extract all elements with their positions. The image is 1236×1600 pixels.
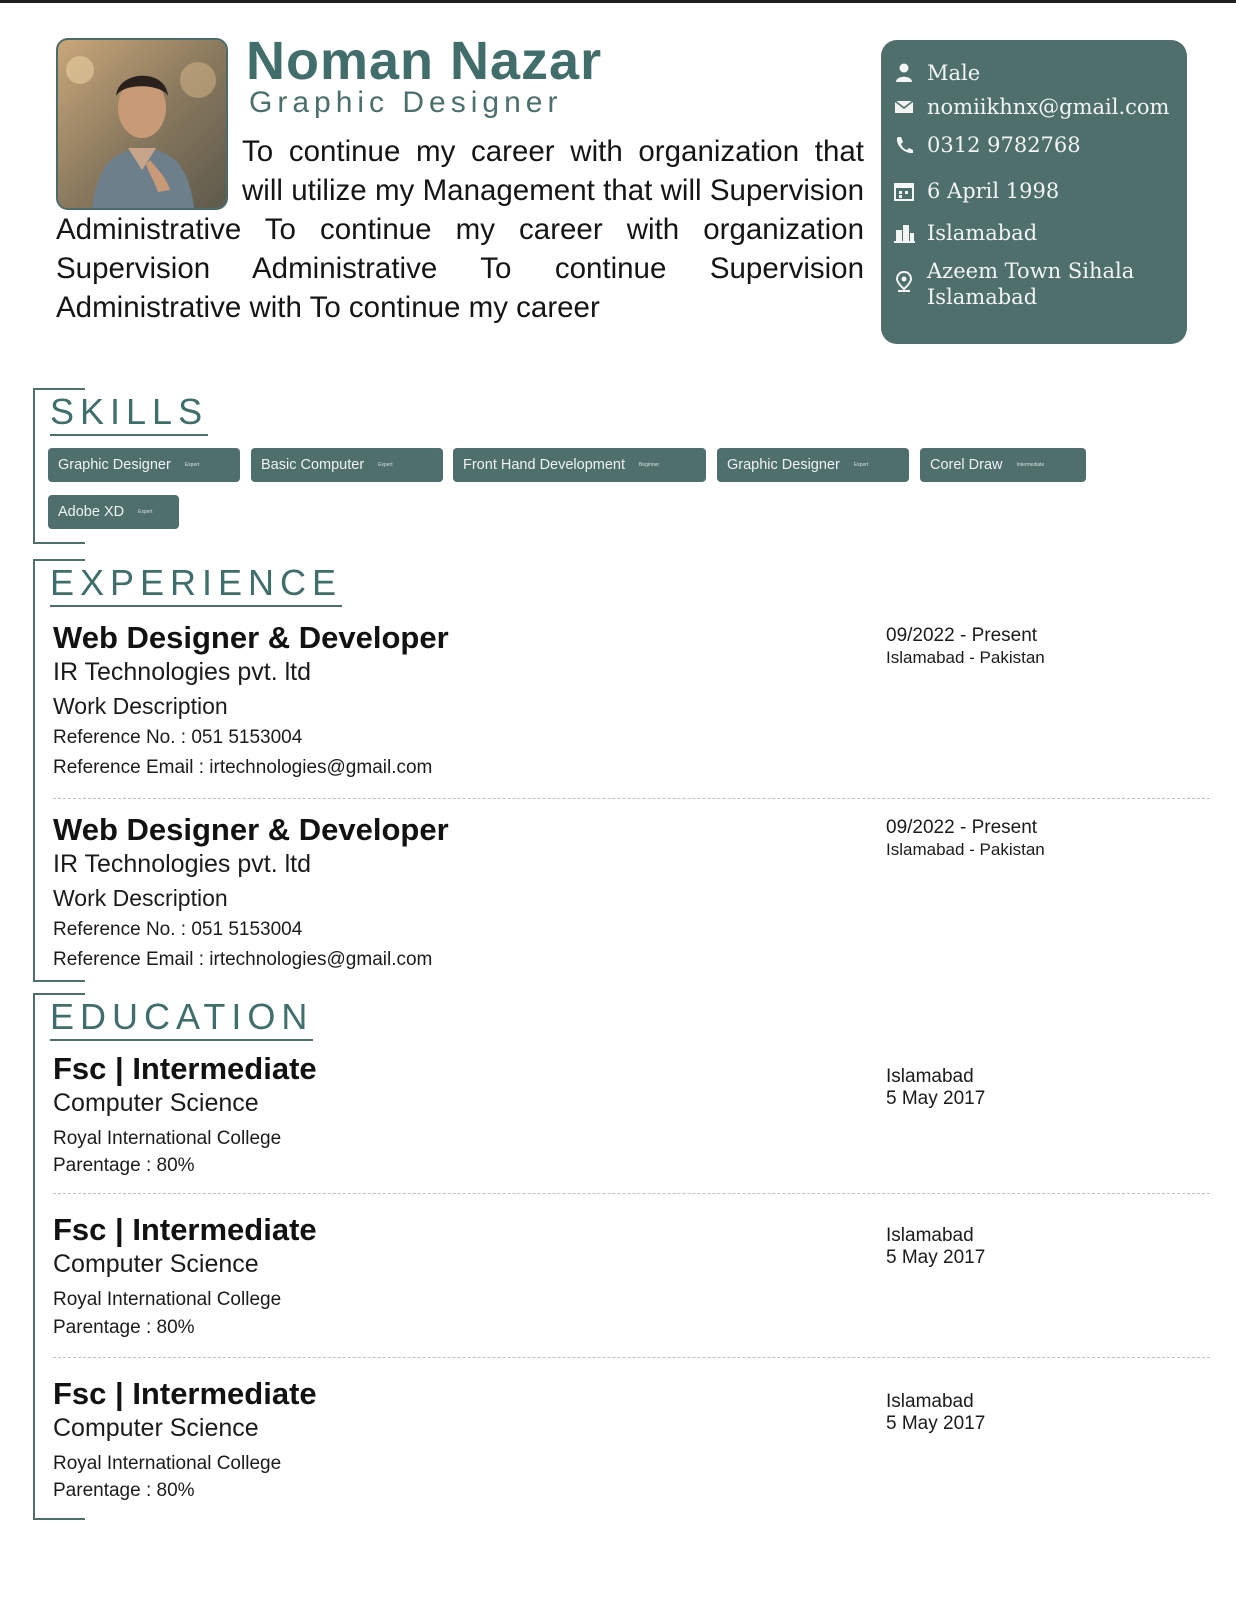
skill-chip: Basic Computer Expert <box>251 448 443 482</box>
grade-text: Parentage : 80% <box>53 1155 195 1176</box>
degree-field: Computer Science <box>53 1250 259 1278</box>
skill-chip: Corel Draw Intermediate <box>920 448 1086 482</box>
skill-name: Graphic Designer <box>727 457 840 473</box>
career-objective: To continue my career with organization … <box>56 132 864 327</box>
education-entry: Fsc | Intermediate Computer Science Roya… <box>53 1377 1213 1503</box>
experience-entry: Web Designer & Developer IR Technologies… <box>53 813 1213 975</box>
building-icon <box>894 225 915 243</box>
job-meta: 09/2022 - Present Islamabad - Pakistan <box>886 817 1045 861</box>
skill-name: Front Hand Development <box>463 457 625 473</box>
degree-title: Fsc | Intermediate <box>53 1051 317 1086</box>
phone-icon <box>896 137 913 154</box>
skill-level: Expert <box>138 509 153 516</box>
mail-icon <box>894 100 914 113</box>
contact-card: Male nomiikhnx@gmail.com 0312 9782768 6 … <box>881 40 1187 344</box>
education-date: 5 May 2017 <box>886 1088 986 1109</box>
degree-title: Fsc | Intermediate <box>53 1212 317 1247</box>
education-entry: Fsc | Intermediate Computer Science Roya… <box>53 1052 1213 1178</box>
entry-divider <box>53 798 1210 799</box>
education-meta: Islamabad 5 May 2017 <box>886 1066 985 1110</box>
job-dates: 09/2022 - Present <box>886 625 1038 646</box>
reference-email: Reference Email : irtechnologies@gmail.c… <box>53 949 433 970</box>
reference-number: Reference No. : 051 5153004 <box>53 727 303 748</box>
experience-entry: Web Designer & Developer IR Technologies… <box>53 621 1213 783</box>
phone-text[interactable]: 0312 9782768 <box>927 132 1177 158</box>
candidate-role: Graphic Designer <box>249 86 563 119</box>
reference-number: Reference No. : 051 5153004 <box>53 919 303 940</box>
degree-title: Fsc | Intermediate <box>53 1376 317 1411</box>
top-rule <box>0 0 1236 3</box>
skill-level: Expert <box>184 462 200 469</box>
skill-level: Intermediate <box>1016 462 1045 469</box>
institute-name: Royal International College <box>53 1453 282 1474</box>
job-meta: 09/2022 - Present Islamabad - Pakistan <box>886 625 1045 669</box>
education-date: 5 May 2017 <box>886 1247 986 1268</box>
skill-name: Adobe XD <box>58 504 125 520</box>
skill-chip: Front Hand Development Beginner <box>453 448 706 482</box>
skill-name: Graphic Designer <box>58 457 171 473</box>
calendar-icon <box>894 183 914 201</box>
dob-text: 6 April 1998 <box>927 179 1060 203</box>
institute-name: Royal International College <box>53 1289 282 1310</box>
work-description: Work Description <box>53 885 228 911</box>
skill-chip: Graphic Designer Expert <box>48 448 240 482</box>
reference-email: Reference Email : irtechnologies@gmail.c… <box>53 757 433 778</box>
job-location: Islamabad - Pakistan <box>886 840 1045 859</box>
address-line-2: Islamabad <box>927 285 1038 309</box>
degree-field: Computer Science <box>53 1089 259 1117</box>
skill-name: Corel Draw <box>930 457 1003 473</box>
entry-divider <box>53 1357 1210 1358</box>
skill-level: Beginner <box>639 462 660 469</box>
job-location: Islamabad - Pakistan <box>886 648 1045 667</box>
skills-heading: SKILLS <box>50 392 209 436</box>
location-pin-icon <box>895 270 913 292</box>
gender-text: Male <box>927 61 981 85</box>
education-heading: EDUCATION <box>50 997 314 1041</box>
education-entry: Fsc | Intermediate Computer Science Roya… <box>53 1213 1213 1341</box>
entry-divider <box>53 1193 1210 1194</box>
address-line-1: Azeem Town Sihala <box>927 259 1135 283</box>
education-date: 5 May 2017 <box>886 1413 986 1434</box>
address-text: Azeem Town Sihala Islamabad <box>927 258 1177 310</box>
education-city: Islamabad <box>886 1391 974 1412</box>
institute-name: Royal International College <box>53 1128 282 1149</box>
candidate-name: Noman Nazar <box>246 31 603 91</box>
education-meta: Islamabad 5 May 2017 <box>886 1225 985 1269</box>
skill-chip: Graphic Designer Expert <box>717 448 909 482</box>
grade-text: Parentage : 80% <box>53 1480 195 1501</box>
skill-level: Expert <box>378 462 393 469</box>
grade-text: Parentage : 80% <box>53 1317 195 1338</box>
education-city: Islamabad <box>886 1225 974 1246</box>
skill-name: Basic Computer <box>261 457 365 473</box>
education-meta: Islamabad 5 May 2017 <box>886 1391 985 1435</box>
skill-level: Expert <box>853 462 869 469</box>
work-description: Work Description <box>53 693 228 719</box>
email-text[interactable]: nomiikhnx@gmail.com <box>927 94 1177 120</box>
city-text: Islamabad <box>927 221 1038 245</box>
degree-field: Computer Science <box>53 1414 259 1442</box>
education-city: Islamabad <box>886 1066 974 1087</box>
skill-chip: Adobe XD Expert <box>48 495 179 529</box>
job-dates: 09/2022 - Present <box>886 817 1038 838</box>
user-icon <box>896 63 912 82</box>
experience-heading: EXPERIENCE <box>50 563 343 607</box>
